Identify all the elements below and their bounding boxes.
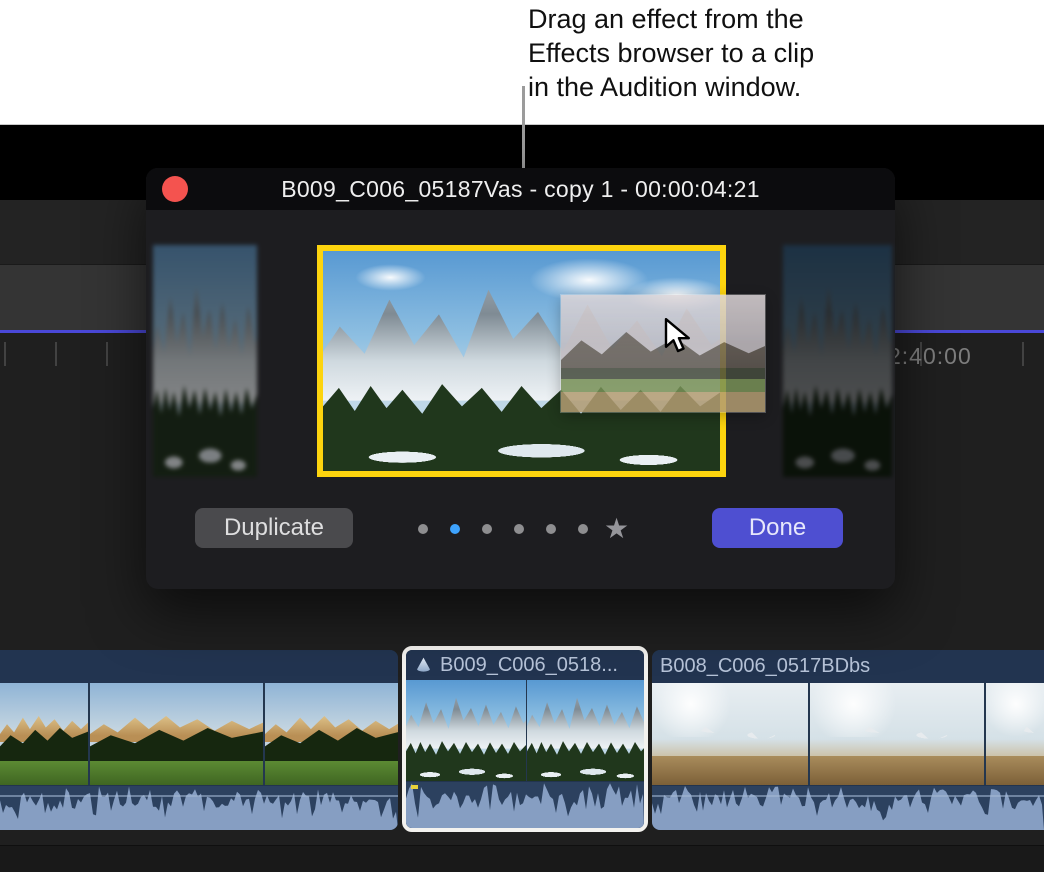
annotation-line-1: Drag an effect from the	[528, 2, 888, 36]
clip-label: B009_C006_0518...	[440, 654, 618, 677]
clip-filmstrip	[406, 680, 644, 781]
duplicate-button[interactable]: Duplicate	[195, 508, 353, 548]
screenshot-canvas: Drag an effect from the Effects browser …	[0, 0, 1044, 872]
keyframe-mark	[411, 785, 418, 789]
pagination-dot[interactable]	[418, 524, 428, 534]
audio-waveform	[652, 785, 1044, 830]
audio-waveform	[0, 785, 398, 830]
pagination-dot[interactable]	[578, 524, 588, 534]
clip-header: B008_C006_0517BDbs	[652, 650, 1044, 683]
audition-alternate-left[interactable]	[153, 245, 257, 477]
ruler-timecode: 2:40:00	[888, 343, 972, 370]
done-button[interactable]: Done	[712, 508, 843, 548]
pagination-row: ★	[418, 516, 629, 542]
clip-filmstrip	[652, 683, 1044, 785]
timeline-clip-right[interactable]: B008_C006_0517BDbs	[652, 650, 1044, 830]
pagination-dot[interactable]	[546, 524, 556, 534]
clip-filmstrip	[0, 683, 398, 785]
callout-line	[522, 86, 525, 168]
ruler-tick	[4, 342, 6, 366]
ruler-tick	[106, 342, 108, 366]
star-rating-icon[interactable]: ★	[604, 516, 629, 542]
clip-header	[0, 650, 398, 683]
pagination-dot[interactable]	[514, 524, 524, 534]
timeline-clip-selected-audition[interactable]: B009_C006_0518...	[402, 646, 648, 832]
clip-label: B008_C006_0517BDbs	[660, 655, 870, 678]
audition-alternate-right[interactable]	[783, 245, 892, 477]
clip-header: B009_C006_0518...	[406, 650, 644, 680]
mouse-cursor-icon	[663, 318, 693, 354]
audio-waveform	[406, 781, 644, 828]
ruler-tick	[1022, 342, 1024, 366]
window-titlebar[interactable]: B009_C006_05187Vas - copy 1 - 00:00:04:2…	[146, 168, 895, 210]
pagination-dots[interactable]	[418, 524, 588, 534]
annotation-line-2: Effects browser to a clip	[528, 36, 888, 70]
pagination-dot-active[interactable]	[450, 524, 460, 534]
audition-window: B009_C006_05187Vas - copy 1 - 00:00:04:2…	[146, 168, 895, 589]
annotation-line-3: in the Audition window.	[528, 70, 888, 104]
window-title: B009_C006_05187Vas - copy 1 - 00:00:04:2…	[146, 168, 895, 210]
annotation-text: Drag an effect from the Effects browser …	[528, 2, 888, 104]
ruler-tick	[55, 342, 57, 366]
audition-cone-icon	[414, 656, 433, 675]
timeline-clip-left[interactable]	[0, 650, 398, 830]
timeline-bottom-strip	[0, 845, 1044, 872]
pagination-dot[interactable]	[482, 524, 492, 534]
